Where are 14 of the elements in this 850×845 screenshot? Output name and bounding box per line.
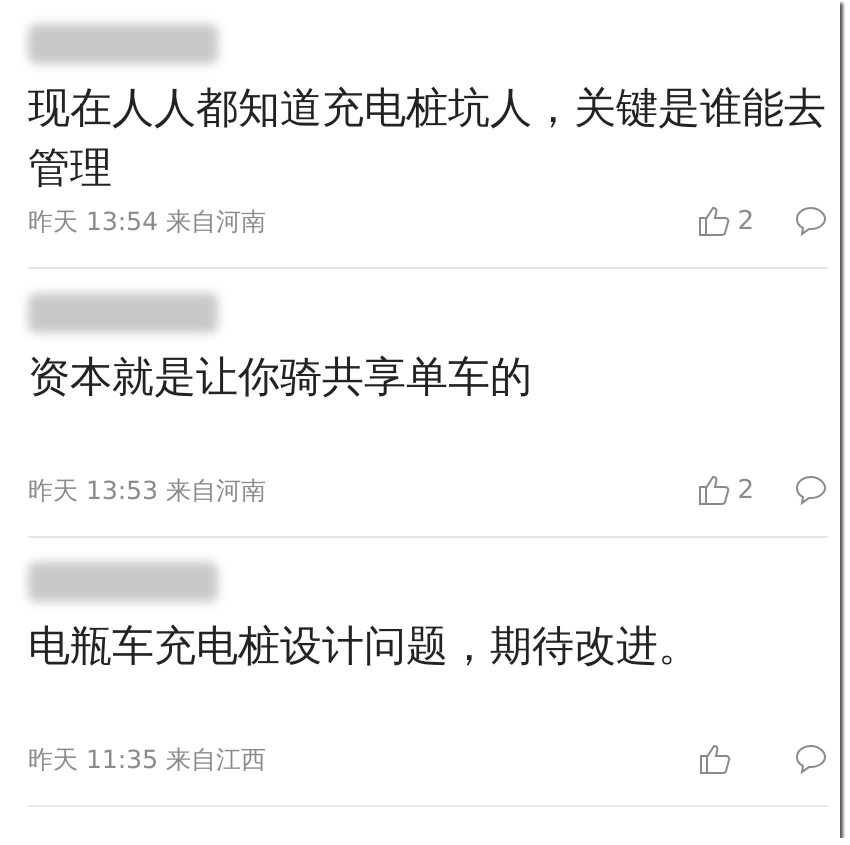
thumbs-up-icon[interactable] [697, 473, 732, 507]
comment-meta: 昨天 13:54 来自河南 [28, 206, 267, 238]
like-count: 2 [737, 206, 754, 236]
thumbs-up-icon[interactable] [697, 204, 732, 238]
comment-bubble-icon[interactable] [794, 205, 828, 238]
comment-text: 资本就是让你骑共享单车的 [28, 351, 533, 403]
comment-text: 电瓶车充电桩设计问题，期待改进。 [28, 620, 701, 672]
comment-meta: 昨天 11:35 来自江西 [28, 744, 267, 776]
comment-bubble-icon[interactable] [794, 743, 828, 775]
like-count: 2 [737, 475, 754, 505]
comment-text: 现在人人都知道充电桩坑人，关键是谁能去管理 [28, 82, 827, 194]
thumbs-up-icon[interactable] [698, 742, 732, 776]
comment-bubble-icon[interactable] [794, 474, 828, 506]
comment-meta: 昨天 13:53 来自河南 [28, 474, 267, 506]
